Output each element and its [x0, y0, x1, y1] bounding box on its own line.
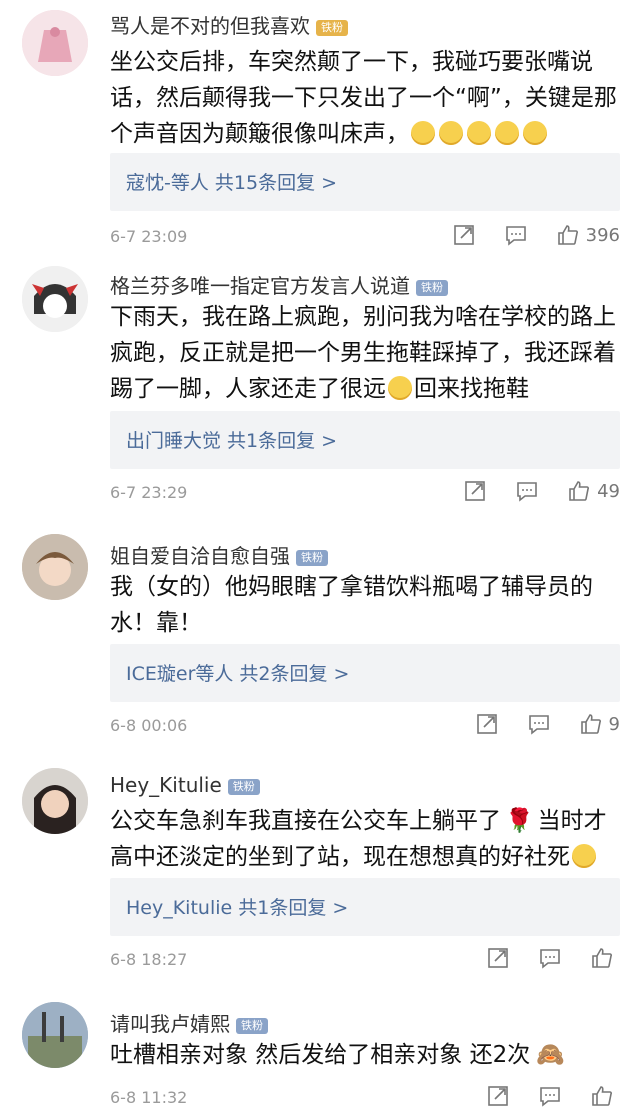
fan-badge: 铁粉 — [236, 1017, 268, 1034]
username[interactable]: Hey_Kitulie 铁粉 — [110, 773, 260, 797]
username-text[interactable]: 格兰芬多唯一指定官方发言人说道 — [110, 274, 410, 298]
reply-summary-link[interactable]: 出门睡大觉 共1条回复 > — [126, 426, 337, 453]
action-bar — [458, 946, 620, 970]
comment-text: 我（女的）他妈眼瞎了拿错饮料瓶喝了辅导员的水！靠！ — [110, 569, 620, 641]
username[interactable]: 骂人是不对的但我喜欢 铁粉 — [110, 10, 348, 39]
reply-summary-link[interactable]: ICE璇er等人 共2条回复 > — [126, 659, 349, 686]
reply-summary-box[interactable]: Hey_Kitulie 共1条回复 > — [110, 878, 620, 936]
fan-badge: 铁粉 — [296, 549, 328, 566]
comment-text: 公交车急刹车我直接在公交车上躺平了 🌹 当时才高中还淡定的坐到了站，现在想想真的好社… — [110, 803, 620, 875]
comment-text-main: 吐槽相亲对象 然后发给了相亲对象 还2次 — [110, 1042, 531, 1068]
fan-badge: 铁粉 — [316, 19, 348, 36]
username-text[interactable]: 骂人是不对的但我喜欢 — [110, 14, 310, 38]
rose-icon: 🌹 — [505, 808, 534, 834]
share-icon[interactable] — [486, 946, 510, 970]
username[interactable]: 请叫我卢婧熙 铁粉 — [110, 1008, 268, 1037]
timestamp: 6-7 23:09 — [110, 227, 188, 246]
like-icon[interactable] — [590, 946, 614, 970]
like-icon[interactable] — [567, 479, 591, 503]
share-icon[interactable] — [463, 479, 487, 503]
share-icon[interactable] — [475, 712, 499, 736]
comment-text-main: 下雨天，我在路上疯跑，别问我为啥在学校的路上疯跑，反正就是把一个男生拖鞋踩掉了，… — [110, 304, 616, 402]
comment-text-main: 我（女的）他妈眼瞎了拿错饮料瓶喝了辅导员的水！靠！ — [110, 574, 593, 636]
action-bar: 49 — [435, 479, 620, 503]
comment-meta: 6-8 18:27 — [110, 946, 620, 976]
avatar[interactable] — [22, 1002, 88, 1068]
like-count: 9 — [608, 713, 620, 735]
reply-summary-box[interactable]: ICE璇er等人 共2条回复 > — [110, 644, 620, 702]
reply-summary-link[interactable]: 寇忱-等人 共15条回复 > — [126, 168, 337, 195]
emoji-icon — [411, 121, 435, 145]
avatar[interactable] — [22, 266, 88, 332]
timestamp: 6-8 00:06 — [110, 716, 188, 735]
like-count: 49 — [597, 480, 620, 502]
emoji-icon — [388, 376, 412, 400]
action-bar: 396 — [424, 223, 620, 247]
username-text[interactable]: 请叫我卢婧熙 — [110, 1012, 230, 1036]
timestamp: 6-8 18:27 — [110, 950, 188, 969]
username[interactable]: 姐自爱自洽自愈自强 铁粉 — [110, 540, 328, 569]
username[interactable]: 格兰芬多唯一指定官方发言人说道 铁粉 — [110, 270, 448, 299]
emoji-icon — [523, 121, 547, 145]
comment-meta: 6-8 11:32 — [110, 1084, 620, 1114]
share-icon[interactable] — [486, 1084, 510, 1108]
avatar[interactable] — [22, 768, 88, 834]
action-bar: 9 — [447, 712, 620, 736]
comment-meta: 6-7 23:29 49 — [110, 479, 620, 509]
timestamp: 6-7 23:29 — [110, 483, 188, 502]
like-icon[interactable] — [556, 223, 580, 247]
avatar[interactable] — [22, 10, 88, 76]
avatar[interactable] — [22, 534, 88, 600]
emoji-icon — [495, 121, 519, 145]
monkey-emoji-icon: 🙈 — [536, 1042, 565, 1068]
comment-icon[interactable] — [515, 479, 539, 503]
username-text[interactable]: Hey_Kitulie — [110, 773, 222, 797]
reply-summary-link[interactable]: Hey_Kitulie 共1条回复 > — [126, 893, 348, 920]
comment-icon[interactable] — [538, 1084, 562, 1108]
comment-text-main: 公交车急刹车我直接在公交车上躺平了 — [110, 808, 501, 834]
reply-summary-box[interactable]: 出门睡大觉 共1条回复 > — [110, 411, 620, 469]
comment-meta: 6-7 23:09 396 — [110, 223, 620, 253]
comment-icon[interactable] — [504, 223, 528, 247]
fan-badge: 铁粉 — [227, 778, 260, 795]
fan-badge: 铁粉 — [416, 279, 448, 296]
action-bar — [458, 1084, 620, 1108]
timestamp: 6-8 11:32 — [110, 1088, 188, 1107]
emoji-icon — [467, 121, 491, 145]
like-icon[interactable] — [590, 1084, 614, 1108]
comment-icon[interactable] — [538, 946, 562, 970]
comment-text: 坐公交后排，车突然颠了一下，我碰巧要张嘴说话，然后颠得我一下只发出了一个“啊”，… — [110, 44, 620, 152]
like-icon[interactable] — [579, 712, 603, 736]
emoji-icon — [572, 844, 596, 868]
comment-meta: 6-8 00:06 9 — [110, 712, 620, 742]
comment-text-tail: 回来找拖鞋 — [414, 376, 529, 402]
like-count: 396 — [585, 224, 620, 246]
share-icon[interactable] — [452, 223, 476, 247]
emoji-icon — [439, 121, 463, 145]
comment-text: 下雨天，我在路上疯跑，别问我为啥在学校的路上疯跑，反正就是把一个男生拖鞋踩掉了，… — [110, 299, 620, 407]
username-text[interactable]: 姐自爱自洽自愈自强 — [110, 544, 290, 568]
comment-icon[interactable] — [527, 712, 551, 736]
comment-text: 吐槽相亲对象 然后发给了相亲对象 还2次 🙈 — [110, 1037, 620, 1073]
reply-summary-box[interactable]: 寇忱-等人 共15条回复 > — [110, 153, 620, 211]
